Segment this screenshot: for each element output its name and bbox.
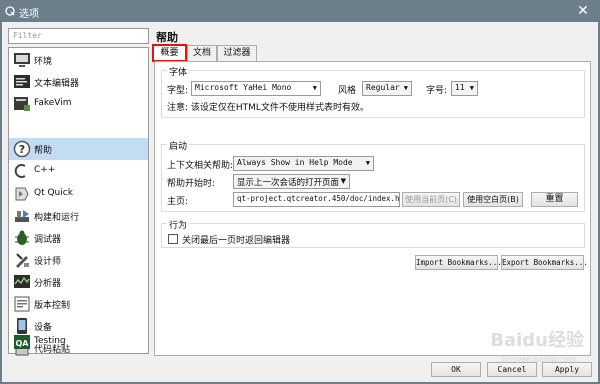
qt-creator-icon bbox=[5, 6, 15, 16]
context-help-select[interactable]: Always Show in Help Mode ▼ bbox=[233, 156, 374, 171]
use-blank-page-button[interactable]: 使用空白页(B) bbox=[463, 192, 523, 207]
font-style-select[interactable]: Regular ▼ bbox=[362, 81, 412, 96]
home-page-label: 主页: bbox=[167, 197, 189, 207]
chevron-down-icon: ▼ bbox=[469, 84, 474, 92]
sidebar-item-cpp[interactable]: C++ bbox=[9, 160, 148, 182]
sidebar-item-label: 环境 bbox=[34, 57, 53, 67]
home-page-input[interactable]: qt-project.qtcreator.450/doc/index.html bbox=[233, 192, 400, 207]
testing-icon: QA bbox=[14, 335, 30, 349]
dialog-body: Filter 环境 文本编辑器 FakeVim ? 帮助 C++ Qt Quic… bbox=[2, 22, 598, 382]
version-control-icon bbox=[14, 296, 30, 312]
sidebar-item-label: 文本编辑器 bbox=[34, 79, 80, 89]
svg-text:QA: QA bbox=[16, 339, 30, 348]
context-help-label: 上下文相关帮助: bbox=[167, 161, 234, 171]
filter-input[interactable]: Filter bbox=[8, 28, 149, 44]
help-icon: ? bbox=[13, 140, 31, 158]
return-to-editor-label: 关闭最后一页时返回编辑器 bbox=[182, 236, 291, 246]
sidebar-item-label: 分析器 bbox=[34, 279, 62, 289]
sidebar-item-label: 设计师 bbox=[34, 257, 62, 267]
tab-documentation[interactable]: 文档 bbox=[187, 45, 217, 61]
svg-text:?: ? bbox=[19, 143, 25, 156]
font-style-label: 风格 bbox=[338, 86, 357, 96]
on-start-label: 帮助开始时: bbox=[167, 179, 216, 189]
sidebar-item-text-editor[interactable]: 文本编辑器 bbox=[9, 71, 148, 93]
use-current-page-button[interactable]: 使用当前页(C) bbox=[402, 192, 460, 207]
close-icon[interactable]: ✕ bbox=[574, 2, 592, 20]
chevron-down-icon: ▼ bbox=[365, 159, 370, 167]
page-title: 帮助 bbox=[156, 31, 178, 44]
chevron-down-icon: ▼ bbox=[340, 177, 346, 185]
monitor-icon bbox=[14, 53, 30, 67]
tab-filters[interactable]: 过滤器 bbox=[217, 45, 257, 61]
sidebar-item-label: 调试器 bbox=[34, 235, 62, 245]
home-page-value: qt-project.qtcreator.450/doc/index.html bbox=[237, 194, 400, 203]
reset-button[interactable]: 重置 bbox=[531, 192, 578, 207]
sidebar-item-build-run[interactable]: 构建和运行 bbox=[9, 205, 148, 227]
filter-placeholder: Filter bbox=[13, 31, 42, 40]
font-family-select[interactable]: Microsoft YaHei Mono ▼ bbox=[191, 81, 321, 96]
window-title: 选项 bbox=[19, 9, 39, 20]
font-size-label: 字号: bbox=[426, 86, 448, 96]
cancel-button[interactable]: Cancel bbox=[487, 362, 537, 377]
cpp-icon bbox=[14, 164, 26, 178]
import-bookmarks-button[interactable]: Import Bookmarks... bbox=[415, 255, 502, 270]
apply-button[interactable]: Apply bbox=[542, 362, 592, 377]
sidebar-item-label: FakeVim bbox=[34, 98, 72, 108]
title-bar: 选项 ✕ bbox=[0, 0, 600, 22]
sidebar-item-label: Qt Quick bbox=[34, 188, 73, 198]
sidebar-item-environment[interactable]: 环境 bbox=[9, 49, 148, 71]
tab-panel: 字体 字型: Microsoft YaHei Mono ▼ 风格 Regular… bbox=[154, 61, 591, 356]
font-group-title: 字体 bbox=[167, 65, 190, 78]
on-start-value: 显示上一次会话的打开页面 bbox=[237, 178, 340, 188]
sidebar-item-label: 构建和运行 bbox=[34, 213, 80, 223]
sidebar-item-label: Testing bbox=[34, 336, 66, 346]
font-family-value: Microsoft YaHei Mono bbox=[195, 83, 292, 92]
sidebar-item-help[interactable]: ? 帮助 bbox=[9, 138, 148, 160]
return-to-editor-checkbox[interactable] bbox=[168, 234, 178, 244]
build-run-icon bbox=[15, 210, 29, 222]
sidebar-item-label: 版本控制 bbox=[34, 301, 71, 311]
context-help-value: Always Show in Help Mode bbox=[237, 158, 353, 167]
export-bookmarks-button[interactable]: Export Bookmarks... bbox=[501, 255, 588, 270]
font-style-value: Regular bbox=[366, 83, 400, 92]
baidu-watermark-url: jingyan.baidu.com bbox=[502, 355, 576, 364]
sidebar-item-fakevim[interactable]: FakeVim bbox=[9, 93, 148, 115]
category-list: 环境 文本编辑器 FakeVim ? 帮助 C++ Qt Quick 构建和运行… bbox=[8, 47, 149, 356]
font-size-select[interactable]: 11 ▼ bbox=[451, 81, 478, 96]
sidebar-item-qt-quick[interactable]: Qt Quick bbox=[9, 183, 148, 205]
designer-icon bbox=[16, 253, 29, 268]
qt-quick-icon bbox=[15, 187, 29, 201]
font-note: 注意: 该设定仅在HTML文件不使用样式表时有效。 bbox=[167, 103, 369, 113]
font-size-value: 11 bbox=[455, 83, 465, 92]
debugger-icon bbox=[15, 230, 29, 245]
analyzer-icon bbox=[14, 275, 30, 288]
sidebar-item-version-control[interactable]: 版本控制 bbox=[9, 293, 148, 315]
text-editor-icon bbox=[14, 75, 30, 88]
sidebar-item-label: C++ bbox=[34, 165, 56, 175]
sidebar-item-testing[interactable]: QA Testing bbox=[9, 331, 148, 353]
font-family-label: 字型: bbox=[167, 86, 189, 96]
sidebar-item-designer[interactable]: 设计师 bbox=[9, 249, 148, 271]
on-start-select[interactable]: 显示上一次会话的打开页面 ▼ bbox=[233, 174, 350, 189]
fakevim-icon bbox=[14, 97, 30, 111]
baidu-watermark: Baidu经验 bbox=[490, 330, 584, 351]
tab-overview[interactable]: 概要 bbox=[152, 44, 187, 62]
sidebar-item-label: 帮助 bbox=[34, 146, 53, 156]
chevron-down-icon: ▼ bbox=[403, 84, 408, 92]
sidebar-item-debugger[interactable]: 调试器 bbox=[9, 227, 148, 249]
ok-button[interactable]: OK bbox=[431, 362, 481, 377]
chevron-down-icon: ▼ bbox=[312, 84, 317, 92]
sidebar-item-analyzer[interactable]: 分析器 bbox=[9, 271, 148, 293]
options-dialog: 选项 ✕ Filter 环境 文本编辑器 FakeVim ? 帮助 C++ Qt… bbox=[0, 0, 600, 384]
startup-group-title: 启动 bbox=[167, 139, 190, 152]
behavior-group-title: 行为 bbox=[167, 218, 190, 231]
